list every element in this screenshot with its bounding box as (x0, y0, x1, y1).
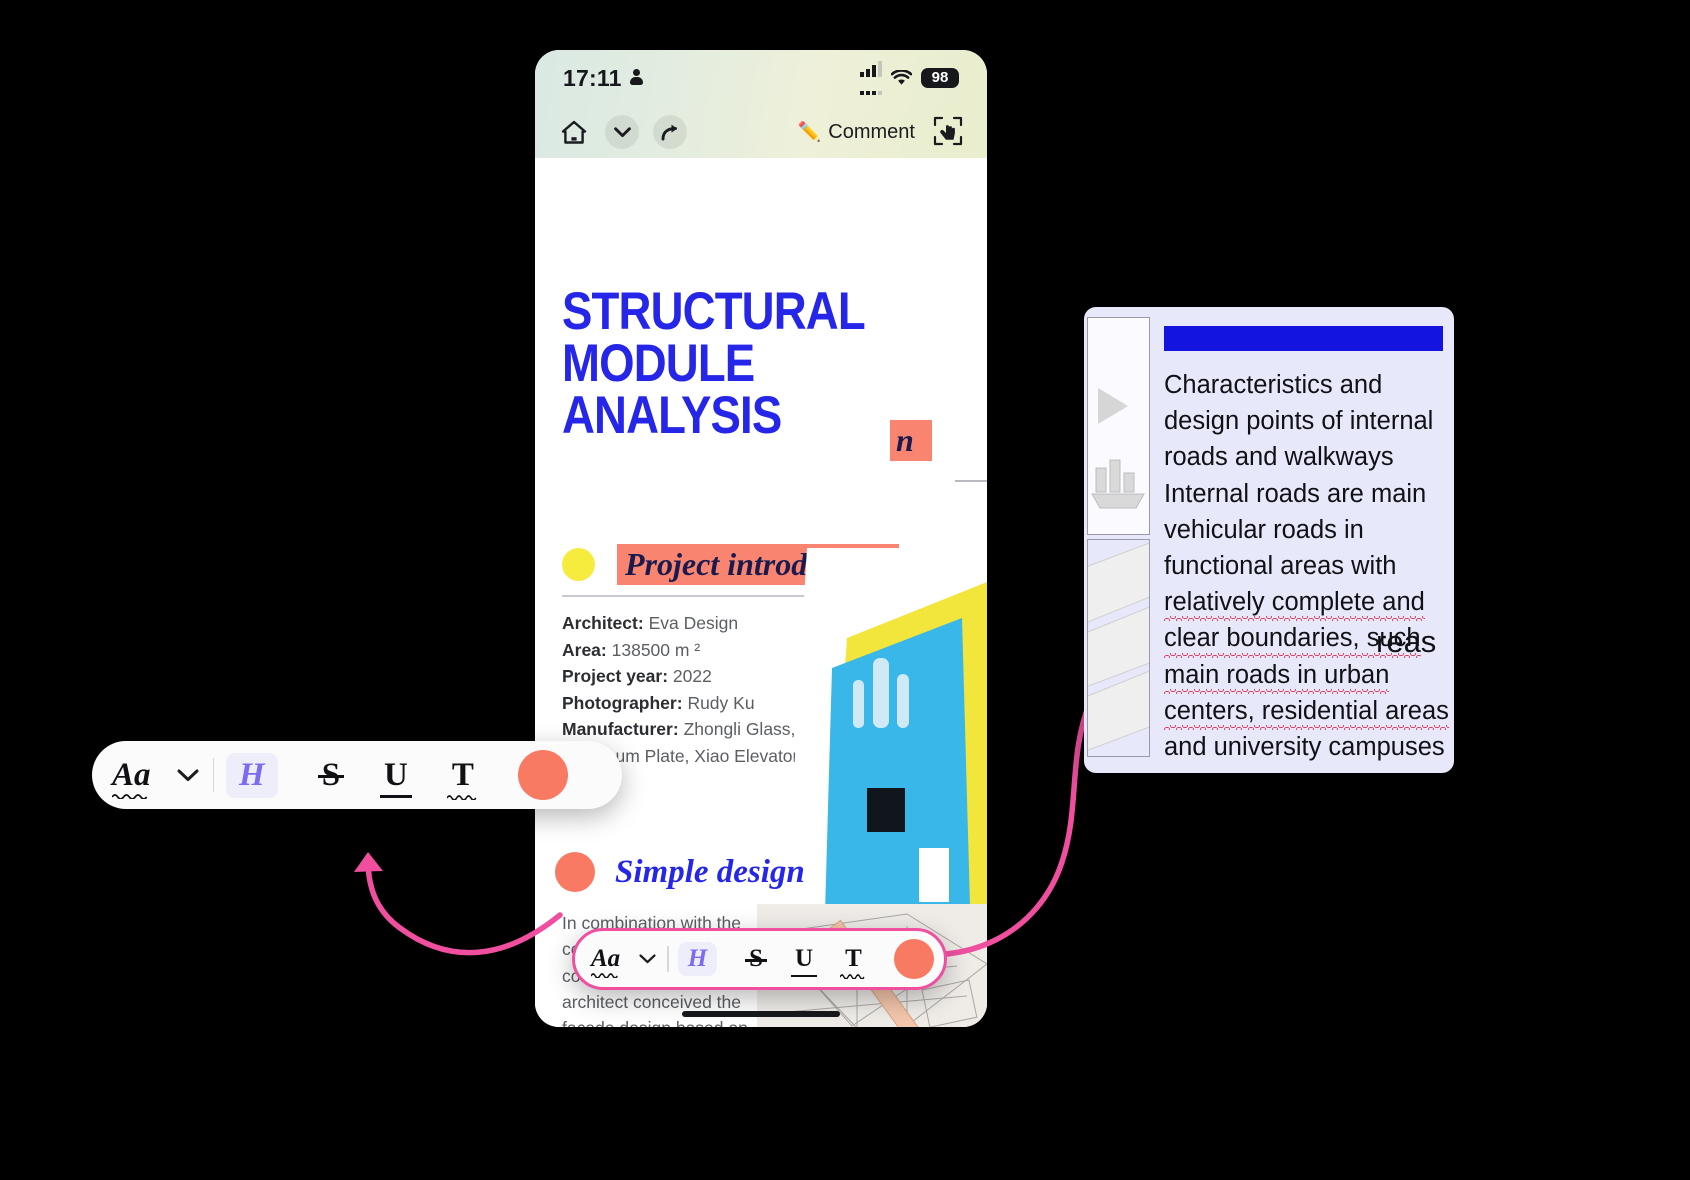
callout-line: relatively complete and (1164, 584, 1425, 622)
metadata-label: Photographer: (562, 692, 683, 713)
strikethrough-button[interactable]: S (745, 945, 768, 973)
text-format-toolbar-focused[interactable]: Aa H S U T (572, 928, 947, 990)
zoom-callout-panel: Characteristics and design points of int… (1084, 307, 1454, 773)
underline-line-icon (380, 795, 412, 798)
status-bar-left: 17:11 (563, 65, 644, 92)
yellow-dot-icon (562, 548, 595, 581)
page-thumbnail-2[interactable] (1087, 539, 1150, 757)
phone-mockup: 17:11 98 ✏️ Comment STRUCTURAL MODULE AN… (535, 50, 987, 1027)
text-effect-button[interactable]: T (840, 945, 865, 979)
page-thumbnail-1[interactable] (1087, 317, 1150, 535)
app-toolbar: ✏️ Comment (535, 106, 987, 158)
highlight-button[interactable]: H (677, 942, 718, 976)
callout-text-body[interactable]: Characteristics and design points of int… (1150, 317, 1453, 763)
comment-label: Comment (828, 120, 915, 143)
callout-paragraph: Characteristics and design points of int… (1164, 367, 1449, 765)
underline-label: U (795, 945, 814, 972)
comment-button[interactable]: ✏️ Comment (798, 120, 915, 144)
toolbar-divider (212, 758, 215, 792)
metadata-value: 138500 m ² (611, 639, 701, 660)
callout-line: design points of internal (1164, 407, 1434, 436)
callout-line: Characteristics and (1164, 371, 1383, 399)
callout-line: vehicular roads in (1164, 515, 1364, 544)
app-toolbar-left (557, 115, 687, 149)
font-style-button[interactable]: Aa (112, 756, 151, 799)
metadata-value: Rudy Ku (687, 692, 755, 713)
status-time: 17:11 (563, 64, 622, 91)
font-dropdown-chevron-down-icon[interactable] (177, 769, 199, 782)
metadata-label: Manufacturer: (562, 719, 679, 740)
underline-button[interactable]: U (380, 756, 412, 798)
callout-line: Internal roads are main (1164, 479, 1427, 508)
wavy-underline-icon (591, 973, 618, 978)
screenshot-stage: 17:11 98 ✏️ Comment STRUCTURAL MODULE AN… (0, 0, 1690, 1180)
text-effect-button[interactable]: T (446, 756, 477, 800)
strikethrough-line-icon (745, 959, 768, 962)
wavy-underline-icon (112, 793, 148, 799)
callout-line: centers, residential areas (1164, 693, 1449, 731)
wavy-underline-icon (446, 794, 477, 800)
orange-dot-icon (555, 852, 595, 892)
metadata-value: Eva Design (648, 613, 739, 633)
strikethrough-button[interactable]: S (317, 757, 345, 794)
home-icon[interactable] (557, 115, 591, 149)
metadata-label: Project year: (562, 666, 669, 687)
text-effect-label: T (451, 756, 474, 793)
selected-heading-bar (1164, 326, 1443, 351)
person-icon (629, 69, 644, 87)
home-indicator (682, 1011, 840, 1017)
color-swatch-button[interactable] (893, 939, 934, 979)
wifi-icon (891, 70, 912, 86)
color-swatch-button[interactable] (517, 750, 568, 800)
highlight-label: H (239, 756, 265, 793)
callout-line: functional areas with (1164, 552, 1397, 581)
font-style-button[interactable]: Aa (591, 945, 621, 978)
pink-arrow-to-left-toolbar (354, 852, 563, 956)
strikethrough-line-icon (317, 775, 345, 778)
font-dropdown-chevron-down-icon[interactable] (639, 954, 656, 964)
page-thumbnail-list (1084, 317, 1150, 763)
status-bar-right: 98 (860, 61, 959, 95)
metadata-label: Architect: (562, 613, 644, 633)
app-toolbar-right: ✏️ Comment (798, 116, 965, 148)
redo-arrow-icon[interactable] (653, 115, 687, 149)
font-style-label: Aa (112, 756, 151, 793)
highlight-button[interactable]: H (226, 752, 278, 798)
callout-line: main roads in urban (1164, 657, 1390, 695)
chevron-down-icon[interactable] (605, 115, 639, 149)
underline-label: U (384, 756, 408, 793)
overlap-word-fragment: reas (1376, 624, 1437, 659)
toolbar-divider (667, 946, 669, 972)
cellular-signal-icon (860, 61, 882, 95)
subtitle-highlight-fragment: n (890, 420, 932, 461)
font-style-label: Aa (591, 945, 621, 972)
status-bar: 17:11 98 (535, 50, 987, 106)
section-title-text: Simple design (615, 853, 805, 890)
text-effect-label: T (845, 945, 862, 972)
hand-tap-icon[interactable] (933, 116, 965, 148)
subtitle-divider (955, 480, 987, 482)
metadata-label: Area: (562, 639, 607, 660)
pencil-icon: ✏️ (797, 122, 822, 143)
metadata-value: 2022 (672, 666, 712, 687)
document-page[interactable]: STRUCTURAL MODULE ANALYSIS n Project int… (535, 158, 987, 1027)
battery-indicator: 98 (921, 68, 959, 88)
callout-line: and university campuses (1164, 733, 1445, 762)
section-heading-simple-design: Simple design (555, 852, 805, 892)
text-format-toolbar[interactable]: Aa H S U T (92, 741, 622, 809)
wavy-underline-icon (840, 974, 865, 979)
underline-line-icon (791, 974, 818, 977)
document-title: STRUCTURAL MODULE ANALYSIS (562, 282, 865, 445)
underline-button[interactable]: U (791, 945, 818, 977)
callout-line: roads and walkways (1164, 443, 1394, 472)
highlight-label: H (687, 945, 708, 972)
